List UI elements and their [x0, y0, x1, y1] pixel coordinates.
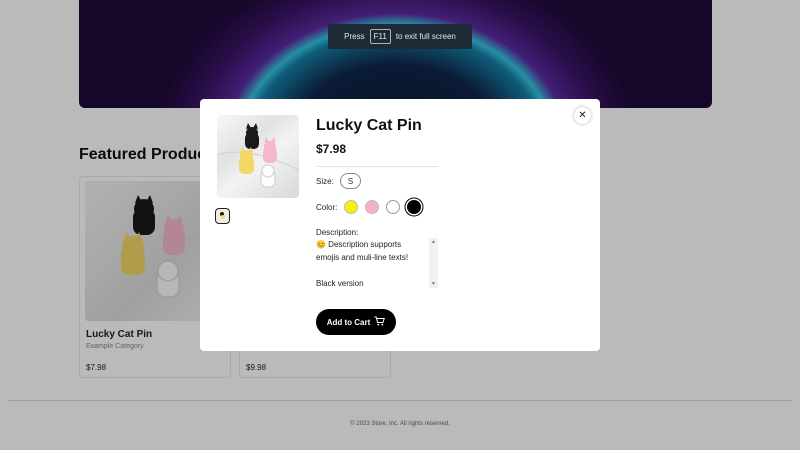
description-scrollbar[interactable]: ▲ ▼: [429, 238, 438, 288]
size-option-s[interactable]: S: [340, 173, 361, 189]
color-label: Color:: [316, 203, 338, 212]
scroll-up-icon[interactable]: ▲: [431, 239, 436, 245]
fullscreen-key: F11: [369, 29, 391, 44]
color-swatch-yellow[interactable]: [344, 200, 358, 214]
description-text: 😊 Description supports emojis and muli-l…: [316, 240, 409, 288]
divider: [316, 166, 438, 167]
add-to-cart-label: Add to Cart: [326, 317, 371, 327]
size-label: Size:: [316, 177, 334, 186]
color-swatch-white[interactable]: [386, 200, 400, 214]
product-title: Lucky Cat Pin: [316, 117, 422, 134]
close-icon: ✕: [578, 110, 587, 121]
product-price: $7.98: [316, 142, 347, 156]
description-label: Description:: [316, 228, 359, 237]
fullscreen-notice-prefix: Press: [344, 32, 365, 41]
product-main-image: [217, 115, 299, 198]
product-thumbnail[interactable]: [215, 208, 230, 224]
color-swatch-black[interactable]: [407, 200, 421, 214]
cart-icon: [374, 316, 386, 328]
fullscreen-notice: Press F11 to exit full screen: [328, 24, 472, 49]
close-button[interactable]: ✕: [574, 107, 591, 124]
scroll-down-icon[interactable]: ▼: [431, 281, 436, 287]
add-to-cart-button[interactable]: Add to Cart: [316, 309, 396, 335]
color-swatch-pink[interactable]: [365, 200, 379, 214]
fullscreen-notice-suffix: to exit full screen: [395, 32, 456, 41]
